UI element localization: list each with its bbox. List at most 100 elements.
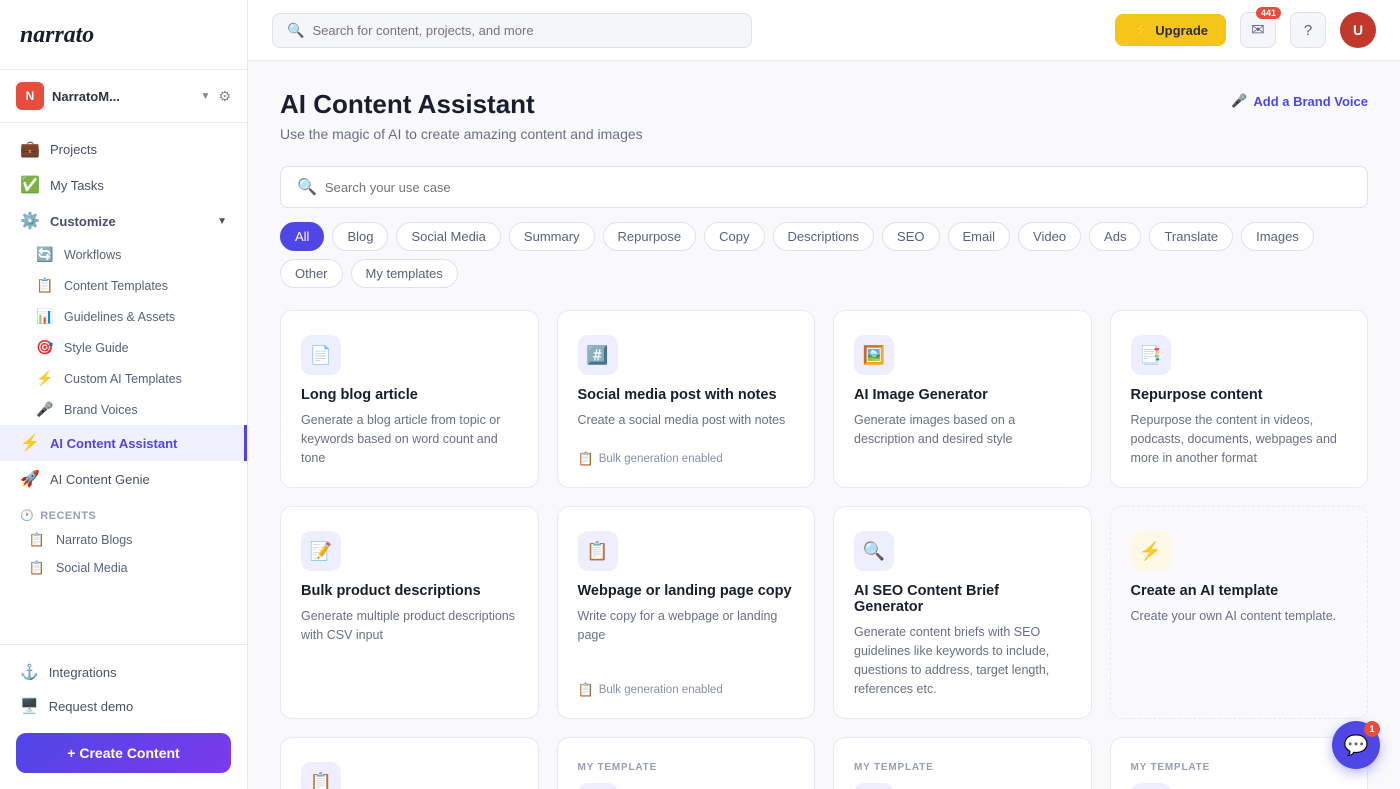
sidebar-item-customize[interactable]: ⚙️ Customize ▼ — [0, 203, 247, 239]
global-search[interactable]: 🔍 — [272, 13, 752, 48]
my-template-badge: MY TEMPLATE — [578, 762, 795, 773]
filter-tag-all[interactable]: All — [280, 222, 324, 251]
card-title: Bulk product descriptions — [301, 583, 518, 599]
filter-tag-summary[interactable]: Summary — [509, 222, 595, 251]
filter-tag-video[interactable]: Video — [1018, 222, 1081, 251]
sidebar-item-brand-voices[interactable]: 🎤 Brand Voices — [0, 394, 247, 425]
upgrade-button[interactable]: ⚡ Upgrade — [1115, 14, 1226, 46]
sidebar-item-my-tasks[interactable]: ✅ My Tasks — [0, 167, 247, 203]
card-newsletter-from-blog[interactable]: MY TEMPLATE📄Newsletter from blog URL — [833, 737, 1092, 789]
card-webpage-landing-page[interactable]: 📋 Webpage or landing page copy Write copy … — [557, 506, 816, 719]
recent-icon: 📋 — [28, 560, 46, 576]
settings-icon[interactable]: ⚙ — [218, 88, 231, 105]
sidebar-item-label: Style Guide — [64, 341, 129, 355]
usecase-search[interactable]: 🔍 — [280, 166, 1368, 208]
create-content-button[interactable]: + Create Content — [16, 733, 231, 773]
filter-tag-seo[interactable]: SEO — [882, 222, 939, 251]
card-social-media-post[interactable]: #️⃣Social media post with notesCreate a … — [557, 310, 816, 488]
filter-tag-translate[interactable]: Translate — [1149, 222, 1233, 251]
card-desc: Generate multiple product descriptions w… — [301, 607, 518, 698]
main-area: 🔍 ⚡ Upgrade ✉ 441 ? U AI Content Assista… — [248, 0, 1400, 789]
card-create-ai-template[interactable]: ⚡Create an AI templateCreate your own AI… — [1110, 506, 1369, 719]
card-repurpose-content[interactable]: 📑Repurpose contentRepurpose the content … — [1110, 310, 1369, 488]
filter-tag-email[interactable]: Email — [948, 222, 1011, 251]
filter-tag-social-media[interactable]: Social Media — [396, 222, 500, 251]
card-tool-software-desc[interactable]: MY TEMPLATE📄Tool/Software Description fr… — [1110, 737, 1369, 789]
sidebar-item-ai-content-genie[interactable]: 🚀 AI Content Genie — [0, 461, 247, 497]
card-title: Webpage or landing page copy — [578, 583, 795, 599]
search-usecase-icon: 🔍 — [297, 177, 317, 197]
card-title: Social media post with notes — [578, 387, 795, 403]
card-ai-topic-generator[interactable]: 📋AI Topic Generator — [280, 737, 539, 789]
chat-button[interactable]: 💬 1 — [1332, 721, 1380, 769]
card-long-blog-article[interactable]: 📄Long blog articleGenerate a blog articl… — [280, 310, 539, 488]
card-desc: Repurpose the content in videos, podcast… — [1131, 411, 1348, 467]
sidebar-item-ai-content-assistant[interactable]: ⚡ AI Content Assistant — [0, 425, 247, 461]
help-button[interactable]: ? — [1290, 12, 1326, 48]
upgrade-icon: ⚡ — [1133, 22, 1149, 38]
filter-tag-repurpose[interactable]: Repurpose — [603, 222, 697, 251]
card-title: AI Image Generator — [854, 387, 1071, 403]
chat-badge: 1 — [1364, 721, 1380, 737]
sidebar-item-guidelines-assets[interactable]: 📊 Guidelines & Assets — [0, 301, 247, 332]
sidebar-item-request-demo[interactable]: 🖥️ Request demo — [16, 689, 231, 723]
sidebar-item-label: Customize — [50, 214, 116, 229]
style-guide-icon: 🎯 — [36, 339, 54, 356]
recents-icon: 🕐 — [20, 509, 34, 522]
global-search-input[interactable] — [312, 23, 737, 38]
request-demo-icon: 🖥️ — [20, 697, 39, 715]
card-ai-image-generator[interactable]: 🖼️AI Image GeneratorGenerate images base… — [833, 310, 1092, 488]
bulk-icon: 📋 — [578, 682, 594, 698]
recent-item-social-media[interactable]: 📋 Social Media — [0, 554, 247, 582]
sidebar-item-label: Content Templates — [64, 279, 168, 293]
card-bulk-product-descriptions[interactable]: 📝Bulk product descriptionsGenerate multi… — [280, 506, 539, 719]
sidebar-item-label: Workflows — [64, 248, 121, 262]
sidebar-nav: 💼 Projects ✅ My Tasks ⚙️ Customize ▼ 🔄 W… — [0, 123, 247, 644]
card-title: Create an AI template — [1131, 583, 1348, 599]
svg-text:narrato: narrato — [20, 22, 94, 48]
integrations-icon: ⚓ — [20, 663, 39, 681]
sidebar-item-projects[interactable]: 💼 Projects — [0, 131, 247, 167]
custom-ai-icon: ⚡ — [36, 370, 54, 387]
card-desc: Create a social media post with notes — [578, 411, 795, 439]
page-header-left: AI Content Assistant Use the magic of AI… — [280, 89, 643, 142]
sidebar-item-label: AI Content Assistant — [50, 436, 224, 451]
logo: narrato — [0, 0, 247, 70]
page-content: AI Content Assistant Use the magic of AI… — [248, 61, 1400, 789]
sidebar-item-label: Brand Voices — [64, 403, 138, 417]
user-avatar[interactable]: U — [1340, 12, 1376, 48]
filter-tag-other[interactable]: Other — [280, 259, 343, 288]
filter-tag-images[interactable]: Images — [1241, 222, 1314, 251]
sidebar-item-style-guide[interactable]: 🎯 Style Guide — [0, 332, 247, 363]
brand-voices-icon: 🎤 — [36, 401, 54, 418]
recent-icon: 📋 — [28, 532, 46, 548]
notifications-button[interactable]: ✉ 441 — [1240, 12, 1276, 48]
card-title: AI SEO Content Brief Generator — [854, 583, 1071, 615]
card-desc: Generate content briefs with SEO guideli… — [854, 623, 1071, 698]
card-ai-seo-brief[interactable]: 🔍AI SEO Content Brief GeneratorGenerate … — [833, 506, 1092, 719]
filter-tag-blog[interactable]: Blog — [332, 222, 388, 251]
chat-icon: 💬 — [1344, 733, 1369, 758]
usecase-search-input[interactable] — [325, 180, 1351, 195]
topbar: 🔍 ⚡ Upgrade ✉ 441 ? U — [248, 0, 1400, 61]
sidebar-item-content-templates[interactable]: 📋 Content Templates — [0, 270, 247, 301]
card-product-reviews[interactable]: MY TEMPLATE📄Product Reviews — [557, 737, 816, 789]
sidebar-item-workflows[interactable]: 🔄 Workflows — [0, 239, 247, 270]
avatar-placeholder: U — [1353, 22, 1363, 38]
upgrade-label: Upgrade — [1155, 23, 1208, 38]
card-icon: 📄 — [578, 783, 618, 789]
sidebar-item-custom-ai-templates[interactable]: ⚡ Custom AI Templates — [0, 363, 247, 394]
workspace-selector[interactable]: N NarratoM... ▼ ⚙ — [0, 70, 247, 123]
card-desc: Write copy for a webpage or landing page — [578, 607, 795, 670]
workspace-avatar: N — [16, 82, 44, 110]
tasks-icon: ✅ — [20, 175, 40, 195]
recent-item-narrato-blogs[interactable]: 📋 Narrato Blogs — [0, 526, 247, 554]
filter-tag-descriptions[interactable]: Descriptions — [773, 222, 875, 251]
filter-tag-my-templates[interactable]: My templates — [351, 259, 458, 288]
add-brand-voice-link[interactable]: 🎤 Add a Brand Voice — [1231, 93, 1368, 109]
filter-tag-ads[interactable]: Ads — [1089, 222, 1141, 251]
card-title: Long blog article — [301, 387, 518, 403]
filter-area: 🔍 All Blog Social Media Summary RepurposeCop… — [280, 166, 1368, 288]
filter-tag-copy[interactable]: Copy — [704, 222, 764, 251]
sidebar-item-integrations[interactable]: ⚓ Integrations — [16, 655, 231, 689]
